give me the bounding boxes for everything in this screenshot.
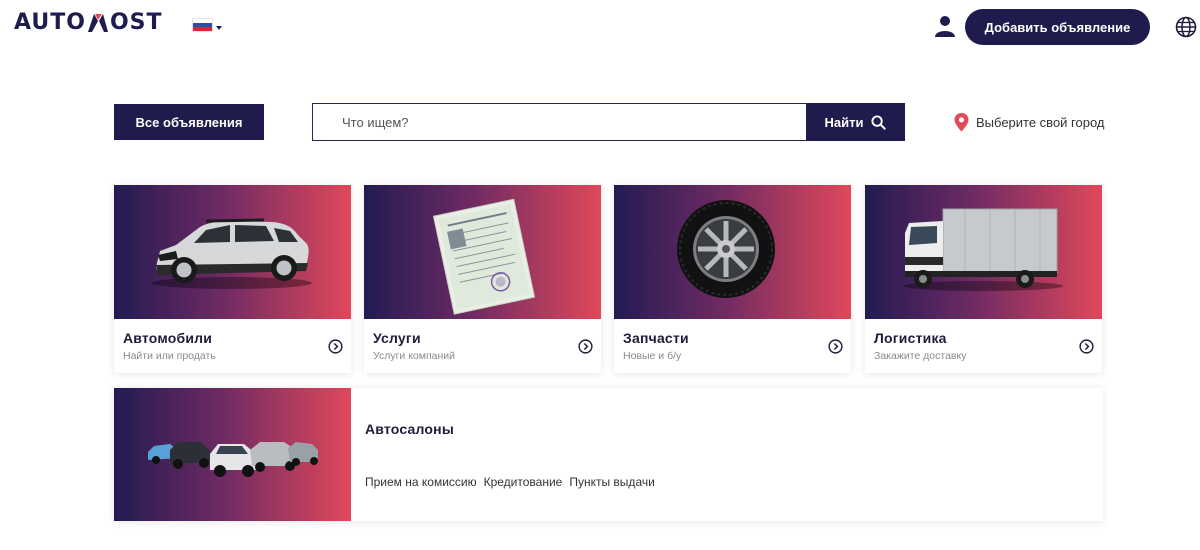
globe-icon[interactable] bbox=[1175, 16, 1197, 38]
arrow-right-circle-icon[interactable] bbox=[1079, 339, 1094, 354]
all-listings-button[interactable]: Все объявления bbox=[114, 104, 264, 140]
wheel-image bbox=[614, 185, 851, 319]
add-listing-button[interactable]: Добавить объявление bbox=[965, 9, 1150, 45]
arrow-right-circle-icon[interactable] bbox=[828, 339, 843, 354]
arrow-right-circle-icon[interactable] bbox=[328, 339, 343, 354]
search-button[interactable]: Найти bbox=[806, 103, 905, 141]
logo-m-icon bbox=[87, 11, 109, 33]
card-subtitle: Закажите доставку bbox=[874, 350, 967, 362]
location-pin-icon bbox=[954, 113, 969, 132]
site-logo[interactable]: AUTO OST bbox=[14, 8, 163, 36]
document-image bbox=[364, 185, 601, 319]
russia-flag-icon[interactable] bbox=[192, 18, 213, 32]
dealers-link-pickup-points[interactable]: Пункты выдачи bbox=[569, 475, 654, 489]
card-title: Услуги bbox=[373, 330, 421, 346]
search-icon bbox=[871, 114, 887, 130]
dealers-title: Автосалоны bbox=[365, 421, 454, 437]
city-selector[interactable]: Выберите свой город bbox=[954, 113, 1105, 132]
city-label: Выберите свой город bbox=[976, 115, 1105, 130]
user-icon[interactable] bbox=[934, 15, 956, 37]
category-card-services[interactable]: Услуги Услуги компаний bbox=[364, 185, 601, 373]
category-card-cars[interactable]: Автомобили Найти или продать bbox=[114, 185, 351, 373]
logo-text-left: AUTO bbox=[14, 9, 86, 35]
card-title: Автомобили bbox=[123, 330, 213, 346]
search-input[interactable] bbox=[312, 103, 807, 141]
card-title: Запчасти bbox=[623, 330, 689, 346]
arrow-right-circle-icon[interactable] bbox=[578, 339, 593, 354]
logo-text-right: OST bbox=[109, 9, 163, 35]
card-subtitle: Найти или продать bbox=[123, 350, 216, 362]
dealers-card[interactable]: Автосалоны Прием на комиссию Кредитовани… bbox=[114, 388, 1103, 521]
truck-image bbox=[865, 185, 1102, 319]
card-subtitle: Новые и б/у bbox=[623, 350, 682, 362]
cars-lineup-image bbox=[114, 388, 351, 521]
dealers-links: Прием на комиссию Кредитование Пункты вы… bbox=[365, 475, 655, 489]
car-image bbox=[114, 185, 351, 319]
card-subtitle: Услуги компаний bbox=[373, 350, 456, 362]
category-card-logistics[interactable]: Логистика Закажите доставку bbox=[865, 185, 1102, 373]
chevron-down-icon[interactable] bbox=[216, 26, 222, 30]
dealers-link-credit[interactable]: Кредитование bbox=[484, 475, 563, 489]
card-title: Логистика bbox=[874, 330, 947, 346]
search-button-label: Найти bbox=[824, 114, 864, 130]
dealers-link-commission[interactable]: Прием на комиссию bbox=[365, 475, 477, 489]
category-card-parts[interactable]: Запчасти Новые и б/у bbox=[614, 185, 851, 373]
